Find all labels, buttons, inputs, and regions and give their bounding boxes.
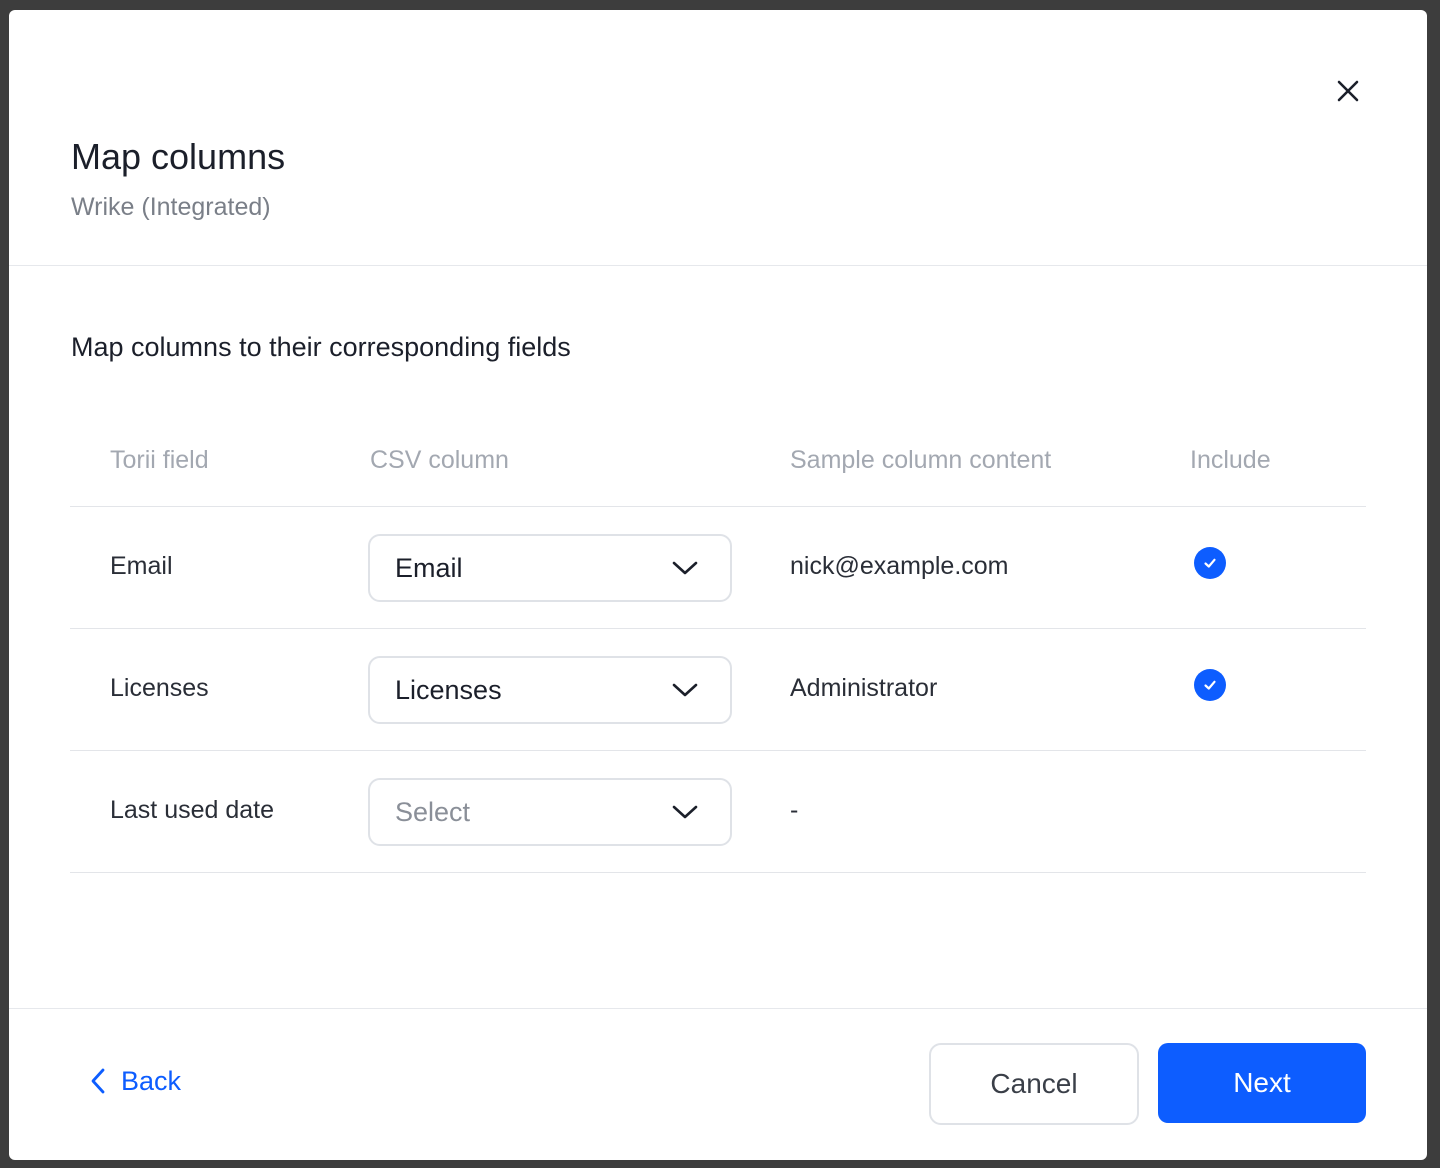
include-checkbox[interactable] xyxy=(1194,669,1226,701)
table-row: Licenses Licenses Administrator xyxy=(70,629,1366,751)
back-button[interactable]: Back xyxy=(89,1061,181,1101)
cancel-button[interactable]: Cancel xyxy=(929,1043,1139,1125)
chevron-down-icon xyxy=(670,797,700,827)
table-header: Torii field CSV column Sample column con… xyxy=(70,430,1366,507)
csv-column-select[interactable]: Select xyxy=(368,778,732,846)
dialog-subtitle: Wrike (Integrated) xyxy=(71,193,271,221)
csv-column-select[interactable]: Licenses xyxy=(368,656,732,724)
chevron-down-icon xyxy=(670,553,700,583)
sample-content: Administrator xyxy=(790,674,938,702)
chevron-down-icon xyxy=(670,675,700,705)
check-icon xyxy=(1204,558,1216,568)
include-checkbox[interactable] xyxy=(1194,547,1226,579)
header-torii-field: Torii field xyxy=(110,446,209,474)
dialog-header: Map columns Wrike (Integrated) xyxy=(9,10,1427,266)
csv-column-select[interactable]: Email xyxy=(368,534,732,602)
mapping-table: Torii field CSV column Sample column con… xyxy=(70,430,1366,873)
sample-content: - xyxy=(790,796,799,824)
close-button[interactable] xyxy=(1329,72,1367,110)
table-row: Last used date Select - xyxy=(70,751,1366,873)
table-row: Email Email nick@example.com xyxy=(70,507,1366,629)
sample-content: nick@example.com xyxy=(790,552,1009,580)
select-value: Licenses xyxy=(395,674,502,705)
check-icon xyxy=(1204,680,1216,690)
header-csv-column: CSV column xyxy=(370,446,509,474)
header-include: Include xyxy=(1190,446,1271,474)
next-button[interactable]: Next xyxy=(1158,1043,1366,1123)
select-placeholder: Select xyxy=(395,796,471,827)
select-value: Email xyxy=(395,552,463,583)
section-title: Map columns to their corresponding field… xyxy=(71,332,571,362)
map-columns-dialog: Map columns Wrike (Integrated) Map colum… xyxy=(9,10,1427,1160)
dialog-title: Map columns xyxy=(71,136,286,177)
torii-field-label: Email xyxy=(110,552,173,580)
chevron-left-icon xyxy=(91,1068,105,1094)
close-icon xyxy=(1337,80,1359,102)
back-label: Back xyxy=(121,1065,182,1096)
header-sample-content: Sample column content xyxy=(790,446,1052,474)
torii-field-label: Licenses xyxy=(110,674,209,702)
torii-field-label: Last used date xyxy=(110,796,275,824)
dialog-footer: Back Cancel Next xyxy=(9,1008,1427,1160)
